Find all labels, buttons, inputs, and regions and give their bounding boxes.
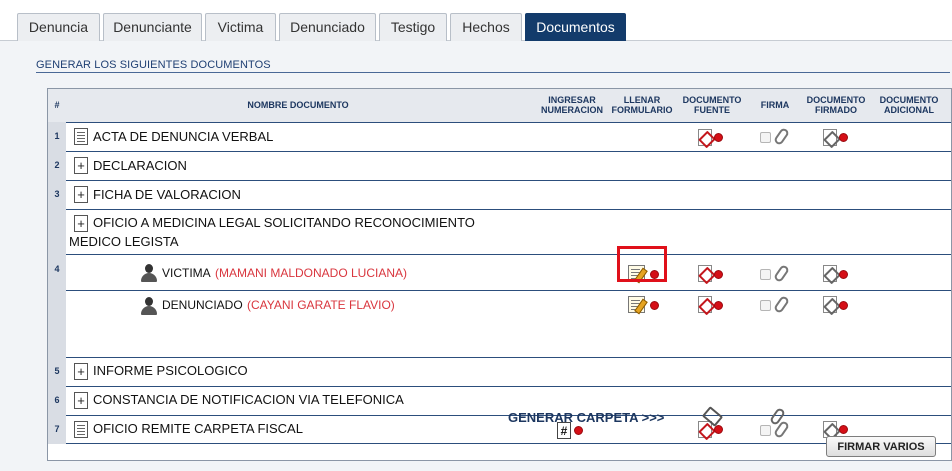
status-dot-icon: [574, 426, 583, 435]
tab-testigo[interactable]: Testigo: [379, 13, 447, 41]
section-divider: [36, 72, 950, 73]
tab-denunciado[interactable]: Denunciado: [279, 13, 376, 41]
pdf-icon[interactable]: [698, 296, 712, 313]
row-number: 4: [54, 264, 60, 274]
header-documento-fuente: DOCUMENTO FUENTE: [682, 95, 742, 115]
signed-pdf-icon[interactable]: [823, 129, 837, 146]
header-documento-adicional: DOCUMENTO ADICIONAL: [879, 95, 939, 115]
document-icon[interactable]: [74, 421, 88, 438]
pdf-icon[interactable]: [698, 129, 712, 146]
expand-plus-icon[interactable]: [74, 215, 88, 232]
paperclip-icon[interactable]: [772, 263, 791, 284]
firmar-varios-button[interactable]: FIRMAR VARIOS: [826, 436, 936, 457]
person-icon: [140, 264, 158, 282]
firma-checkbox[interactable]: [760, 269, 771, 280]
row-label: FICHA DE VALORACION: [93, 187, 241, 202]
status-dot-icon: [650, 301, 659, 310]
status-dot-icon: [714, 270, 723, 279]
expand-plus-icon[interactable]: [74, 392, 88, 409]
tab-victima[interactable]: Victima: [205, 13, 276, 41]
table-row: ACTA DE DENUNCIA VERBAL: [66, 122, 951, 151]
expand-plus-icon[interactable]: [74, 363, 88, 380]
table-row: DECLARACION: [66, 151, 951, 180]
header-nombre-documento: NOMBRE DOCUMENTO: [247, 100, 349, 110]
row-number: 2: [54, 160, 60, 170]
firma-checkbox[interactable]: [760, 425, 771, 436]
tab-denuncia[interactable]: Denuncia: [17, 13, 100, 41]
table-row: OFICIO A MEDICINA LEGAL SOLICITANDO RECO…: [66, 209, 951, 325]
expand-plus-icon[interactable]: [74, 186, 88, 203]
row-label: CONSTANCIA DE NOTIFICACION VIA TELEFONIC…: [93, 392, 404, 407]
status-dot-icon: [714, 133, 723, 142]
row-number: 7: [54, 424, 60, 434]
status-dot-icon: [839, 133, 848, 142]
status-dot-icon: [839, 301, 848, 310]
generar-carpeta-link[interactable]: GENERAR CARPETA >>>: [508, 410, 664, 425]
status-dot-icon: [714, 301, 723, 310]
row-number: 6: [54, 395, 60, 405]
sub-row-person-name: (CAYANI GARATE FLAVIO): [247, 298, 395, 312]
sub-row-denunciado: DENUNCIADO (CAYANI GARATE FLAVIO): [66, 290, 951, 326]
status-dot-icon: [839, 270, 848, 279]
table-header: # NOMBRE DOCUMENTO INGRESAR NUMERACION L…: [48, 89, 951, 122]
person-icon: [140, 297, 158, 315]
row-label-continued: MEDICO LEGISTA: [69, 234, 179, 249]
row-number: 1: [54, 131, 60, 141]
row-label: OFICIO REMITE CARPETA FISCAL: [93, 421, 303, 436]
tab-denunciante[interactable]: Denunciante: [103, 13, 202, 41]
paperclip-icon[interactable]: [772, 294, 791, 315]
sub-row-victima: VICTIMA (MAMANI MALDONADO LUCIANA): [66, 254, 951, 290]
fill-form-icon[interactable]: [628, 296, 645, 313]
header-documento-firmado: DOCUMENTO FIRMADO: [806, 95, 866, 115]
tab-bar: Denuncia Denunciante Victima Denunciado …: [0, 0, 952, 41]
row-label: INFORME PSICOLOGICO: [93, 363, 248, 378]
status-dot-icon: [714, 425, 723, 434]
documentos-panel: GENERAR LOS SIGUIENTES DOCUMENTOS # NOMB…: [14, 41, 952, 471]
highlight-box: [617, 246, 667, 282]
firma-checkbox[interactable]: [760, 132, 771, 143]
signed-pdf-icon[interactable]: [823, 296, 837, 313]
section-title: GENERAR LOS SIGUIENTES DOCUMENTOS: [36, 59, 271, 71]
row-label: DECLARACION: [93, 158, 187, 173]
paperclip-icon[interactable]: [772, 126, 791, 147]
tab-documentos[interactable]: Documentos: [525, 13, 626, 41]
expand-plus-icon[interactable]: [74, 157, 88, 174]
header-num: #: [54, 100, 60, 110]
firma-checkbox[interactable]: [760, 300, 771, 311]
row-label: ACTA DE DENUNCIA VERBAL: [93, 129, 274, 144]
header-llenar-formulario: LLENAR FORMULARIO: [611, 95, 673, 115]
row-number: 3: [54, 189, 60, 199]
sub-row-role: VICTIMA: [162, 266, 211, 280]
documentos-screen: Denuncia Denunciante Victima Denunciado …: [0, 0, 952, 471]
pdf-icon[interactable]: [698, 265, 712, 282]
tab-hechos[interactable]: Hechos: [450, 13, 522, 41]
header-firma: FIRMA: [760, 100, 790, 110]
table-row: FICHA DE VALORACION: [66, 180, 951, 209]
status-dot-icon: [839, 425, 848, 434]
row-label: OFICIO A MEDICINA LEGAL SOLICITANDO RECO…: [93, 215, 475, 230]
sub-row-person-name: (MAMANI MALDONADO LUCIANA): [215, 266, 408, 280]
header-ingresar-numeracion: INGRESAR NUMERACION: [541, 95, 603, 115]
signed-pdf-icon[interactable]: [823, 265, 837, 282]
document-icon[interactable]: [74, 128, 88, 145]
sub-row-role: DENUNCIADO: [162, 298, 243, 312]
table-row: INFORME PSICOLOGICO: [66, 357, 951, 386]
documents-table: # NOMBRE DOCUMENTO INGRESAR NUMERACION L…: [47, 88, 952, 461]
row-number: 5: [54, 366, 60, 376]
